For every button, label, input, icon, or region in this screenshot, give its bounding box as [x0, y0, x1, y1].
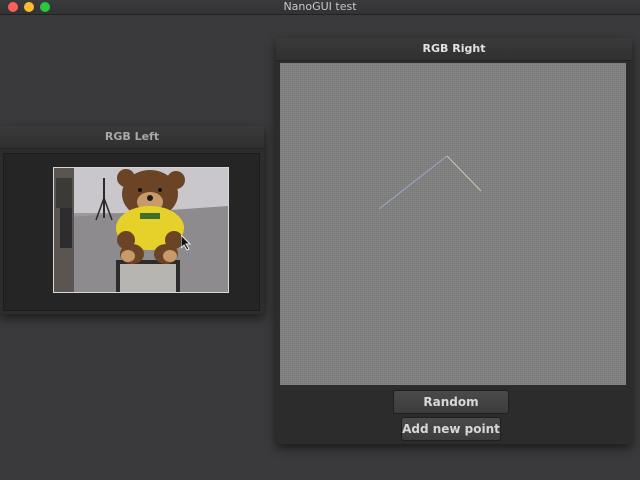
gl-canvas[interactable]: [280, 63, 626, 385]
rgb-left-image[interactable]: [53, 167, 229, 293]
rgb-right-window[interactable]: RGB Right Random Rotation Add new point: [276, 38, 632, 444]
rgb-left-header[interactable]: RGB Left: [0, 126, 264, 149]
cursor-icon: [181, 235, 192, 251]
window-title: NanoGUI test: [283, 0, 357, 13]
add-new-point-button[interactable]: Add new point: [401, 417, 501, 441]
canvas-lines: [378, 155, 482, 210]
random-rotation-button[interactable]: Random Rotation: [393, 390, 509, 431]
rgb-right-header[interactable]: RGB Right: [276, 38, 632, 61]
title-bar: NanoGUI test: [0, 0, 640, 15]
teddy-bear-image: [54, 168, 228, 292]
